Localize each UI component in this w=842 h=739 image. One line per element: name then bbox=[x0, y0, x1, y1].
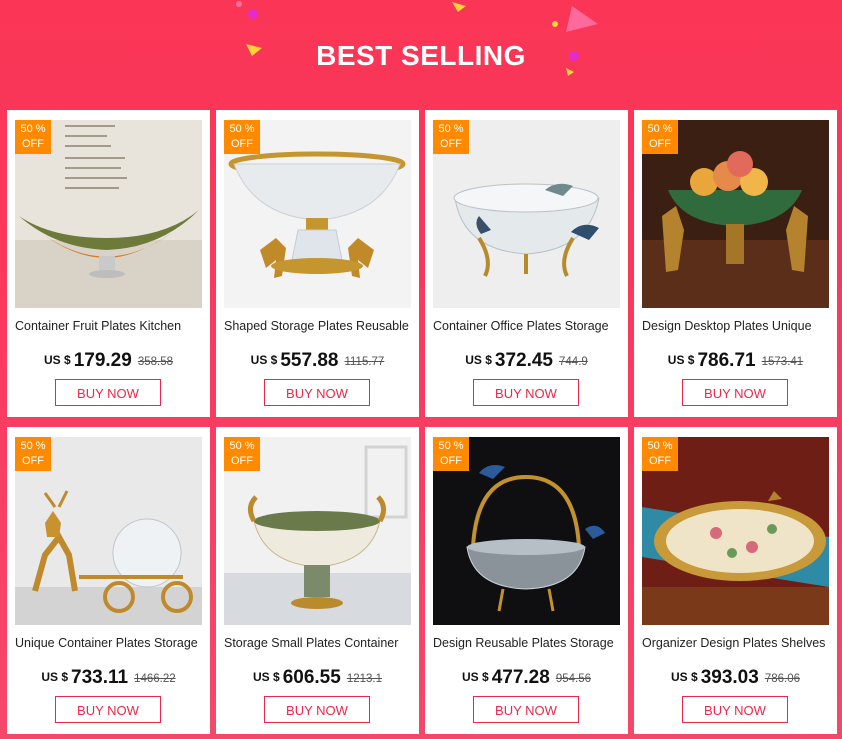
product-card[interactable]: 50 % OFF Design Desktop Plates Unique US … bbox=[634, 110, 837, 417]
sale-price: 606.55 bbox=[282, 667, 341, 688]
product-card[interactable]: 50 % OFF Organizer Design Plates Shelves … bbox=[634, 427, 837, 734]
discount-badge: 50 % OFF bbox=[224, 120, 260, 154]
product-card[interactable]: 50 % OFF Container Fruit Plates Kitchen U… bbox=[7, 110, 210, 417]
currency-label: US $ bbox=[41, 670, 69, 684]
currency-label: US $ bbox=[671, 670, 698, 684]
currency-label: US $ bbox=[44, 353, 71, 367]
original-price: 1213.1 bbox=[346, 673, 382, 685]
sale-price: 372.45 bbox=[494, 350, 554, 371]
sale-price: 477.28 bbox=[491, 667, 550, 688]
discount-badge: 50 % OFF bbox=[642, 437, 678, 471]
discount-badge: 50 % OFF bbox=[15, 120, 51, 154]
sale-price: 557.88 bbox=[280, 350, 339, 371]
buy-now-button[interactable]: BUY NOW bbox=[55, 379, 161, 406]
sale-price: 786.71 bbox=[697, 350, 756, 371]
product-name[interactable]: Unique Container Plates Storage bbox=[15, 636, 207, 650]
buy-now-button[interactable]: BUY NOW bbox=[264, 379, 370, 406]
price-line: US $557.88 1115.77 bbox=[216, 350, 419, 372]
currency-label: US $ bbox=[667, 353, 695, 367]
price-line: US $786.71 1573.41 bbox=[634, 350, 837, 372]
buy-now-button[interactable]: BUY NOW bbox=[682, 696, 788, 723]
currency-label: US $ bbox=[462, 670, 489, 684]
discount-badge: 50 % OFF bbox=[433, 120, 469, 154]
product-card[interactable]: 50 % OFF Storage Small Plates Container U… bbox=[216, 427, 419, 734]
price-line: US $477.28 954.56 bbox=[425, 667, 628, 689]
buy-now-button[interactable]: BUY NOW bbox=[264, 696, 370, 723]
discount-badge: 50 % OFF bbox=[15, 437, 51, 471]
price-line: US $179.29 358.58 bbox=[7, 350, 210, 372]
product-card[interactable]: 50 % OFF Design Reusable Plates Storage U… bbox=[425, 427, 628, 734]
page-title: BEST SELLING bbox=[316, 40, 526, 71]
product-name[interactable]: Design Desktop Plates Unique bbox=[642, 319, 834, 333]
discount-badge: 50 % OFF bbox=[642, 120, 678, 154]
discount-badge: 50 % OFF bbox=[224, 437, 260, 471]
original-price: 744.9 bbox=[559, 356, 588, 368]
currency-label: US $ bbox=[250, 353, 278, 367]
price-line: US $393.03 786.06 bbox=[634, 667, 837, 689]
sale-price: 179.29 bbox=[73, 350, 132, 371]
original-price: 954.56 bbox=[555, 673, 591, 685]
price-line: US $606.55 1213.1 bbox=[216, 667, 419, 689]
currency-label: US $ bbox=[465, 353, 492, 367]
product-card[interactable]: 50 % OFF Container Office Plates Storage … bbox=[425, 110, 628, 417]
discount-badge: 50 % OFF bbox=[433, 437, 469, 471]
price-line: US $372.45 744.9 bbox=[425, 350, 628, 372]
original-price: 358.58 bbox=[137, 356, 173, 368]
product-name[interactable]: Container Office Plates Storage bbox=[433, 319, 625, 333]
product-name[interactable]: Shaped Storage Plates Reusable bbox=[224, 319, 416, 333]
best-selling-banner: BEST SELLING 50 % OFF Container Fruit Pla… bbox=[0, 0, 842, 739]
sale-price: 733.11 bbox=[71, 667, 129, 688]
buy-now-button[interactable]: BUY NOW bbox=[682, 379, 788, 406]
product-card[interactable]: 50 % OFF Shaped Storage Plates Reusable U… bbox=[216, 110, 419, 417]
currency-label: US $ bbox=[253, 670, 280, 684]
product-card[interactable]: 50 % OFF Unique Container Plates Storage … bbox=[7, 427, 210, 734]
product-name[interactable]: Container Fruit Plates Kitchen bbox=[15, 319, 207, 333]
original-price: 1573.41 bbox=[761, 356, 804, 368]
price-line: US $733.11 1466.22 bbox=[7, 667, 210, 689]
product-name[interactable]: Design Reusable Plates Storage bbox=[433, 636, 625, 650]
original-price: 1115.77 bbox=[344, 356, 385, 368]
buy-now-button[interactable]: BUY NOW bbox=[473, 696, 579, 723]
buy-now-button[interactable]: BUY NOW bbox=[473, 379, 579, 406]
original-price: 786.06 bbox=[764, 673, 800, 685]
original-price: 1466.22 bbox=[134, 673, 176, 685]
buy-now-button[interactable]: BUY NOW bbox=[55, 696, 161, 723]
sale-price: 393.03 bbox=[700, 667, 759, 688]
product-name[interactable]: Organizer Design Plates Shelves bbox=[642, 636, 834, 650]
product-name[interactable]: Storage Small Plates Container bbox=[224, 636, 416, 650]
